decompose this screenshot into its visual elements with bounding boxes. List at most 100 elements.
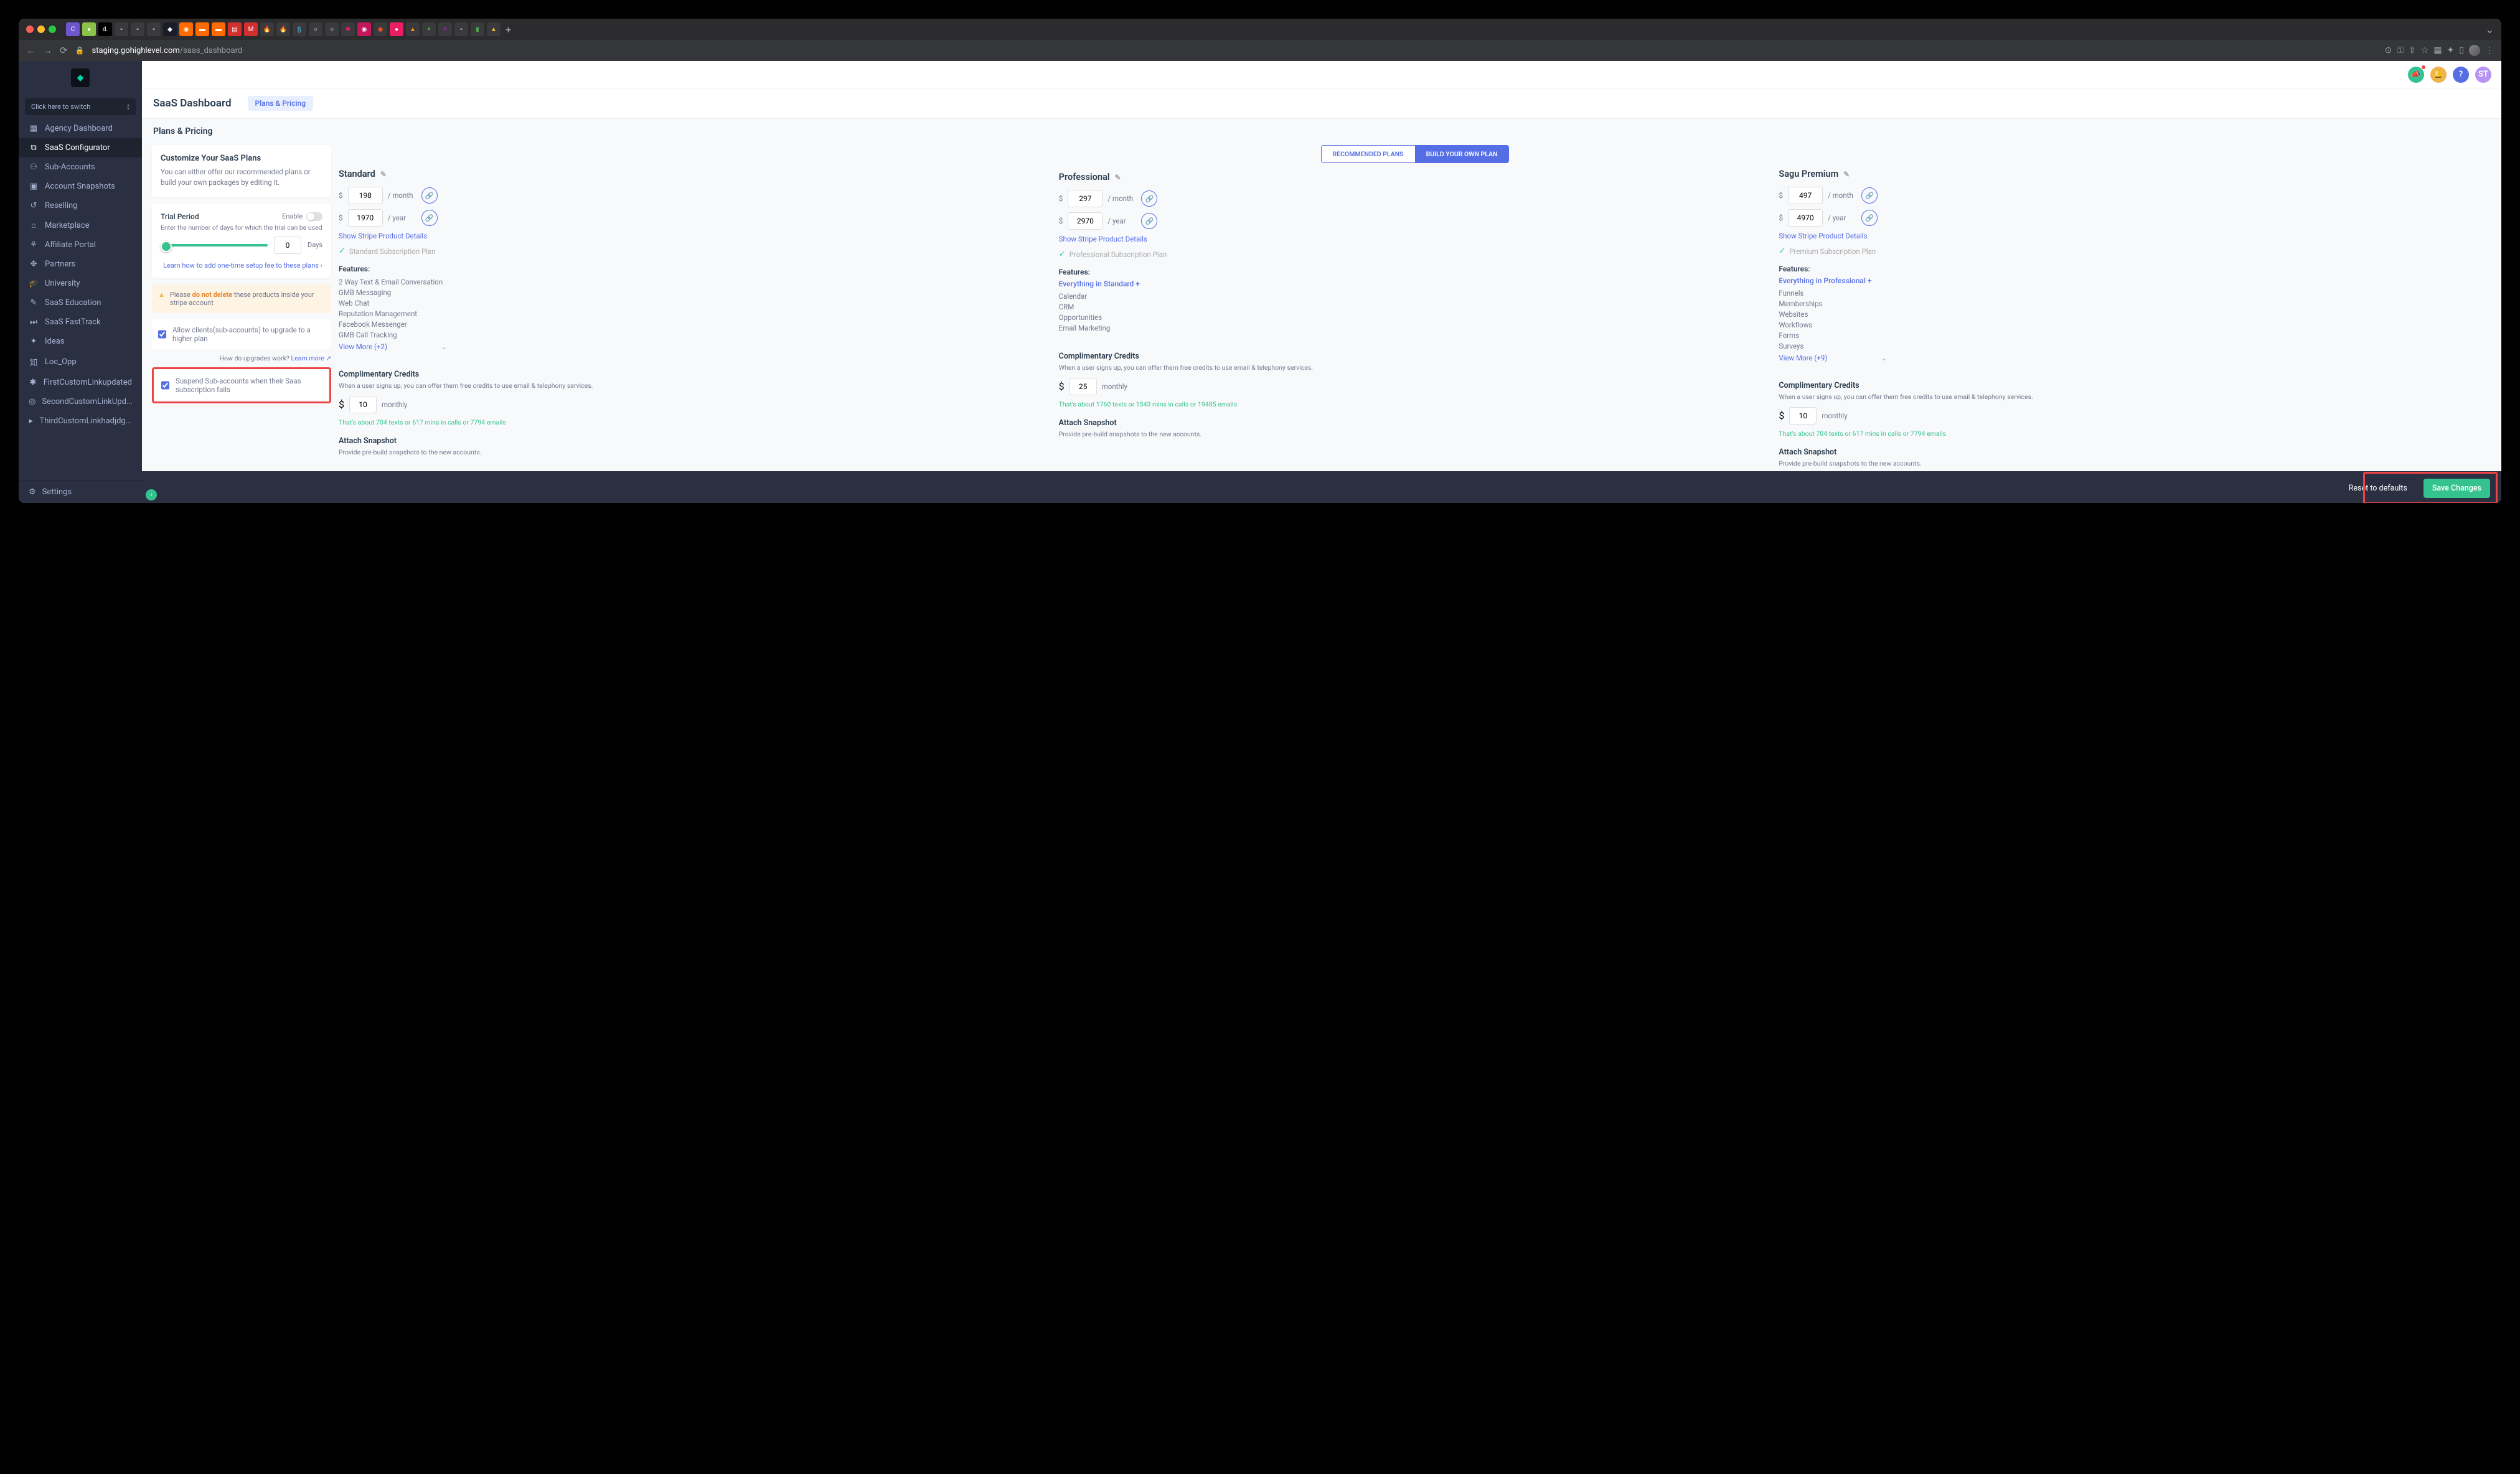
credits-input[interactable] [1070, 378, 1097, 395]
sidebar-item-account-snapshots[interactable]: ▣Account Snapshots [19, 177, 142, 196]
sidebar-item-sub-accounts[interactable]: ⚇Sub-Accounts [19, 157, 142, 177]
account-switcher[interactable]: Click here to switch ▴▾ [25, 98, 136, 115]
tab-recommended[interactable]: RECOMMENDED PLANS [1322, 146, 1415, 162]
browser-tab[interactable]: ◉ [179, 22, 193, 36]
sidebar-item-secondcustomlinkupd-[interactable]: ◎SecondCustomLinkUpd... [19, 392, 142, 411]
browser-tab[interactable]: ▬ [195, 22, 209, 36]
sidebar-item-saas-fasttrack[interactable]: ⏭SaaS FastTrack [19, 312, 142, 332]
browser-tab[interactable]: ○ [325, 22, 339, 36]
back-button[interactable]: ← [26, 45, 35, 56]
puzzle-icon[interactable]: ✦ [2447, 45, 2455, 55]
min-dot[interactable] [37, 26, 45, 33]
sidebar-item-settings[interactable]: ⚙ Settings [19, 481, 142, 503]
trial-toggle[interactable] [306, 212, 322, 221]
profile-avatar[interactable] [2469, 45, 2480, 56]
price-year-input[interactable] [1788, 209, 1823, 227]
sidebar-item-university[interactable]: 🎓University [19, 274, 142, 293]
ext-icon[interactable]: ▦ [2433, 45, 2442, 55]
credits-input[interactable] [1789, 407, 1817, 425]
learn-setup-fee-link[interactable]: Learn how to add one-time setup fee to t… [161, 261, 322, 270]
forward-button[interactable]: → [43, 45, 52, 56]
browser-tab[interactable]: ▲ [406, 22, 420, 36]
tab-build-own[interactable]: BUILD YOUR OWN PLAN [1415, 146, 1509, 162]
browser-tab[interactable]: ▫ [115, 22, 128, 36]
browser-tab[interactable]: ▲ [487, 22, 501, 36]
save-button[interactable]: Save Changes [2424, 479, 2490, 498]
browser-tab[interactable]: ✱ [341, 22, 355, 36]
edit-icon[interactable]: ✎ [1843, 170, 1850, 179]
sidebar-item-loc-opp[interactable]: 知Loc_Opp [19, 351, 142, 373]
price-month-input[interactable] [348, 187, 383, 204]
edit-icon[interactable]: ✎ [380, 170, 387, 179]
link-year-button[interactable]: 🔗 [1141, 213, 1157, 229]
browser-tab[interactable]: C [66, 22, 80, 36]
sidebar-item-reselling[interactable]: ↺Reselling [19, 196, 142, 215]
link-year-button[interactable]: 🔗 [421, 210, 438, 226]
browser-tab[interactable]: ✦ [422, 22, 436, 36]
stripe-details-link[interactable]: Show Stripe Product Details [1779, 232, 2491, 240]
browser-tab[interactable]: ◉ [374, 22, 387, 36]
price-month-input[interactable] [1068, 190, 1102, 207]
browser-tab[interactable]: ▮ [471, 22, 484, 36]
url-text[interactable]: staging.gohighlevel.com/saas_dashboard [92, 46, 2377, 55]
sidebar-item-saas-education[interactable]: ✎SaaS Education [19, 293, 142, 312]
sidebar-item-marketplace[interactable]: ⌂Marketplace [19, 215, 142, 235]
sidebar-item-agency-dashboard[interactable]: ▦Agency Dashboard [19, 119, 142, 138]
max-dot[interactable] [49, 26, 56, 33]
browser-tab[interactable]: ▫ [147, 22, 161, 36]
help-icon[interactable]: ? [2453, 67, 2469, 83]
allow-upgrade-checkbox[interactable] [158, 330, 166, 339]
panel-icon[interactable]: ▯ [2459, 45, 2464, 55]
sidebar-item-affiliate-portal[interactable]: ⚘Affiliate Portal [19, 235, 142, 255]
link-month-button[interactable]: 🔗 [421, 187, 438, 204]
link-month-button[interactable]: 🔗 [1861, 187, 1878, 204]
reset-button[interactable]: Reset to defaults [2340, 479, 2416, 498]
stripe-details-link[interactable]: Show Stripe Product Details [339, 232, 1051, 240]
browser-tab[interactable]: ▤ [228, 22, 242, 36]
tabs-overflow-icon[interactable]: ⌄ [2486, 24, 2494, 35]
sidebar-item-partners[interactable]: ✥Partners [19, 255, 142, 274]
browser-tab[interactable]: 🔥 [260, 22, 274, 36]
sidebar-item-saas-configurator[interactable]: ⧉SaaS Configurator [19, 138, 142, 157]
announce-icon[interactable]: 📣 [2408, 67, 2424, 83]
user-avatar[interactable]: ST [2475, 67, 2491, 83]
view-more-link[interactable]: View More (+2)⌄ [339, 342, 1051, 351]
view-more-link[interactable]: View More (+9)⌄ [1779, 354, 2491, 362]
edit-icon[interactable]: ✎ [1115, 173, 1121, 182]
browser-tab[interactable]: ● [82, 22, 96, 36]
credits-input[interactable] [349, 396, 377, 413]
browser-tab[interactable]: ◉ [357, 22, 371, 36]
sidebar-item-ideas[interactable]: ✦Ideas [19, 332, 142, 351]
key-icon[interactable]: ⚿ [2397, 45, 2404, 55]
reload-button[interactable]: ⟳ [60, 45, 68, 56]
learn-more-link[interactable]: Learn more [291, 354, 331, 362]
bookmark-icon[interactable]: ⇧ [2409, 45, 2416, 55]
browser-tab[interactable]: 🔥 [276, 22, 290, 36]
new-tab-button[interactable]: + [505, 24, 511, 35]
browser-tab[interactable]: § [293, 22, 306, 36]
browser-tab[interactable]: ○ [309, 22, 322, 36]
bell-icon[interactable]: 🔔 [2430, 67, 2447, 83]
menu-icon[interactable]: ⋮ [2485, 45, 2494, 55]
trial-slider[interactable] [161, 244, 268, 246]
suspend-checkbox[interactable] [161, 381, 169, 390]
price-year-input[interactable] [1068, 212, 1102, 230]
link-year-button[interactable]: 🔗 [1861, 210, 1878, 226]
sidebar-item-thirdcustomlinkhadjdg-[interactable]: ▸ThirdCustomLinkhadjdg... [19, 411, 142, 431]
browser-tab[interactable]: ※ [438, 22, 452, 36]
browser-tab[interactable]: M [244, 22, 258, 36]
location-icon[interactable]: ⊙ [2385, 45, 2392, 55]
stripe-details-link[interactable]: Show Stripe Product Details [1059, 235, 1772, 243]
link-month-button[interactable]: 🔗 [1141, 190, 1157, 207]
back-floating-button[interactable]: ‹ [146, 489, 157, 500]
tab-plans-pricing[interactable]: Plans & Pricing [248, 96, 313, 111]
browser-tab[interactable]: ▬ [212, 22, 225, 36]
browser-tab[interactable]: ● [390, 22, 403, 36]
browser-tab[interactable]: d. [98, 22, 112, 36]
price-year-input[interactable] [348, 209, 383, 227]
browser-tab-active[interactable]: ◆ [163, 22, 177, 36]
price-month-input[interactable] [1788, 187, 1823, 204]
browser-tab[interactable]: ▫ [131, 22, 144, 36]
close-dot[interactable] [26, 26, 34, 33]
star-icon[interactable]: ☆ [2421, 45, 2429, 55]
